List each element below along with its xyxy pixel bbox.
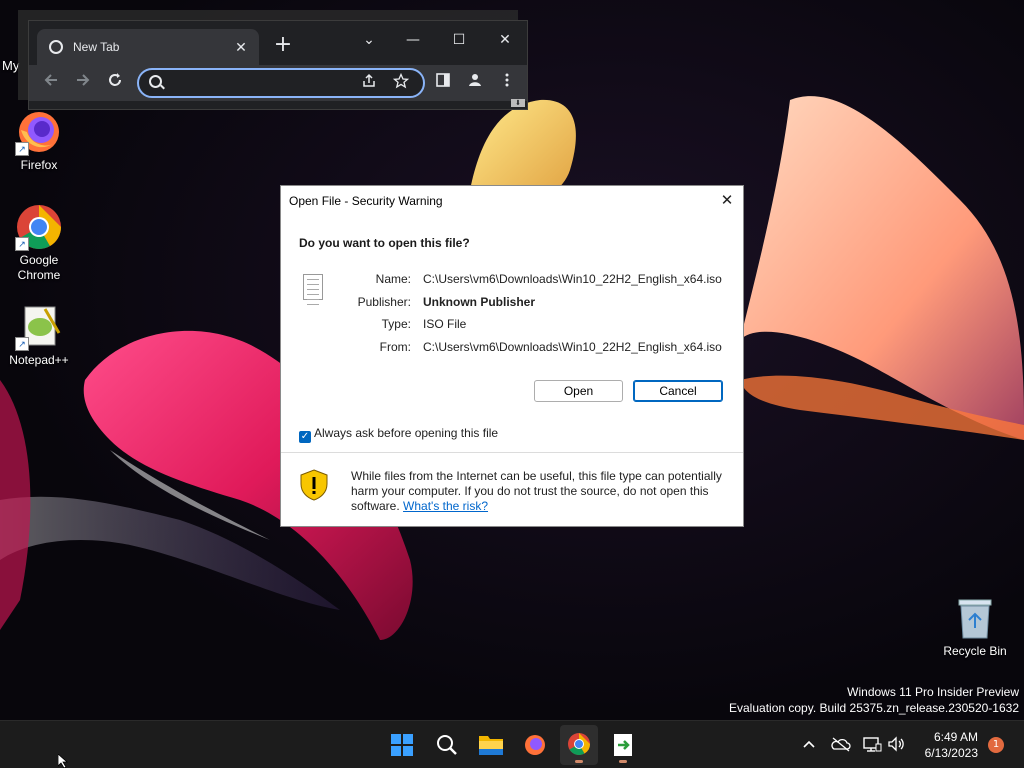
dialog-title: Open File - Security Warning <box>289 194 443 208</box>
dialog-footer: While files from the Internet can be use… <box>281 453 743 526</box>
tab-search-dropdown[interactable]: ⌄ <box>355 27 383 53</box>
taskbar: 6:49 AM 6/13/2023 1 <box>0 720 1024 768</box>
type-label: Type: <box>381 317 411 331</box>
open-button[interactable]: Open <box>534 380 623 402</box>
desktop-icon-recycle-bin[interactable]: Recycle Bin <box>940 596 1010 658</box>
chrome-icon: ↗ <box>15 203 63 251</box>
clock-date: 6/13/2023 <box>924 746 978 760</box>
download-arrow-icon[interactable]: ⬇ <box>511 99 525 107</box>
name-label: Name: <box>375 272 411 286</box>
shortcut-arrow-icon: ↗ <box>15 142 29 156</box>
firefox-icon[interactable] <box>516 725 554 765</box>
search-icon[interactable] <box>428 725 466 765</box>
clock-time: 6:49 AM <box>933 730 978 744</box>
publisher-value: Unknown Publisher <box>423 295 536 309</box>
desktop-icon-label: Firefox <box>20 158 58 172</box>
name-value: C:\Users\vm6\Downloads\Win10_22H2_Englis… <box>423 272 722 286</box>
address-input[interactable] <box>169 73 363 93</box>
maximize-button[interactable]: ☐ <box>445 27 473 53</box>
minimize-button[interactable]: — <box>399 27 427 53</box>
dialog-titlebar[interactable]: Open File - Security Warning ✕ <box>281 186 743 216</box>
shield-warning-icon <box>299 469 329 501</box>
from-label: From: <box>379 340 411 354</box>
notepadpp-icon: ↗ <box>15 303 63 351</box>
notification-badge[interactable]: 1 <box>988 737 1004 753</box>
whats-the-risk-link[interactable]: What's the risk? <box>403 499 488 513</box>
chrome-window[interactable]: New Tab ✕ + ⌄ — ☐ ✕ ⬇ <box>28 20 528 110</box>
always-ask-label[interactable]: Always ask before opening this file <box>314 426 498 440</box>
close-window-button[interactable]: ✕ <box>491 27 519 53</box>
volume-icon[interactable] <box>886 734 906 754</box>
desktop-icon-firefox[interactable]: ↗ Firefox <box>1 108 77 172</box>
name-row: Name: C:\Users\vm6\Downloads\Win10_22H2_… <box>281 272 743 290</box>
watermark-line-1: Windows 11 Pro Insider Preview <box>847 685 1019 699</box>
recycle-bin-label: Recycle Bin <box>943 644 1007 658</box>
shortcut-arrow-icon: ↗ <box>15 337 29 351</box>
security-warning-dialog: Open File - Security Warning ✕ Do you wa… <box>280 185 744 527</box>
from-value: C:\Users\vm6\Downloads\Win10_22H2_Englis… <box>423 340 722 354</box>
publisher-row: Publisher: Unknown Publisher <box>281 295 743 313</box>
always-ask-checkbox[interactable]: ✓ <box>299 431 311 443</box>
active-app-indicator <box>575 760 583 763</box>
dialog-close-button[interactable]: ✕ <box>715 189 739 213</box>
tab-title: New Tab <box>73 40 120 54</box>
forward-icon[interactable] <box>71 71 95 95</box>
profile-icon[interactable] <box>463 71 487 95</box>
new-tab-button[interactable]: + <box>271 34 295 58</box>
chevron-up-icon[interactable] <box>800 735 818 753</box>
shortcut-arrow-icon: ↗ <box>15 237 29 251</box>
dialog-body: Do you want to open this file? Name: C:\… <box>281 216 743 452</box>
dialog-question: Do you want to open this file? <box>299 236 470 250</box>
reload-icon[interactable] <box>103 71 127 95</box>
search-icon <box>149 75 162 88</box>
network-icon[interactable] <box>862 734 882 754</box>
desktop-icon-notepadpp[interactable]: ↗ Notepad++ <box>1 303 77 367</box>
always-ask-checkbox-row[interactable]: ✓ Always ask before opening this file <box>299 426 498 443</box>
taskbar-clock[interactable]: 6:49 AM 6/13/2023 <box>925 729 978 761</box>
desktop-icon-label: Notepad++ <box>9 353 69 367</box>
publisher-label: Publisher: <box>357 295 411 309</box>
tab-close-button[interactable]: ✕ <box>231 37 251 57</box>
chrome-tab-icon <box>49 40 63 54</box>
running-app-indicator <box>619 760 627 763</box>
onedrive-icon[interactable] <box>830 735 852 753</box>
desktop-icon-label: Google Chrome <box>17 253 61 282</box>
os-watermark: Windows 11 Pro Insider Preview Evaluatio… <box>729 684 1019 716</box>
type-row: Type: ISO File <box>281 317 743 335</box>
address-bar[interactable] <box>137 68 425 98</box>
desktop-icon-chrome[interactable]: ↗ Google Chrome <box>1 203 77 283</box>
share-icon[interactable] <box>359 73 379 93</box>
back-icon[interactable] <box>39 71 63 95</box>
cancel-button[interactable]: Cancel <box>633 380 723 402</box>
type-value: ISO File <box>423 317 467 331</box>
menu-icon[interactable] <box>495 71 519 95</box>
file-explorer-icon[interactable] <box>472 725 510 765</box>
chrome-icon[interactable] <box>560 725 598 765</box>
recycle-bin-icon <box>955 596 995 640</box>
side-panel-icon[interactable] <box>431 71 455 95</box>
app-installer-icon[interactable] <box>604 725 642 765</box>
watermark-line-2: Evaluation copy. Build 25375.zn_release.… <box>729 701 1019 715</box>
tab-new-tab[interactable]: New Tab ✕ <box>37 29 259 65</box>
firefox-icon: ↗ <box>15 108 63 156</box>
star-icon[interactable] <box>391 72 411 93</box>
browser-toolbar <box>29 65 527 101</box>
from-row: From: C:\Users\vm6\Downloads\Win10_22H2_… <box>281 340 743 358</box>
start-icon[interactable] <box>383 725 421 765</box>
desktop-icon-partial-label[interactable]: My <box>2 58 19 73</box>
warning-text: While files from the Internet can be use… <box>351 469 731 514</box>
